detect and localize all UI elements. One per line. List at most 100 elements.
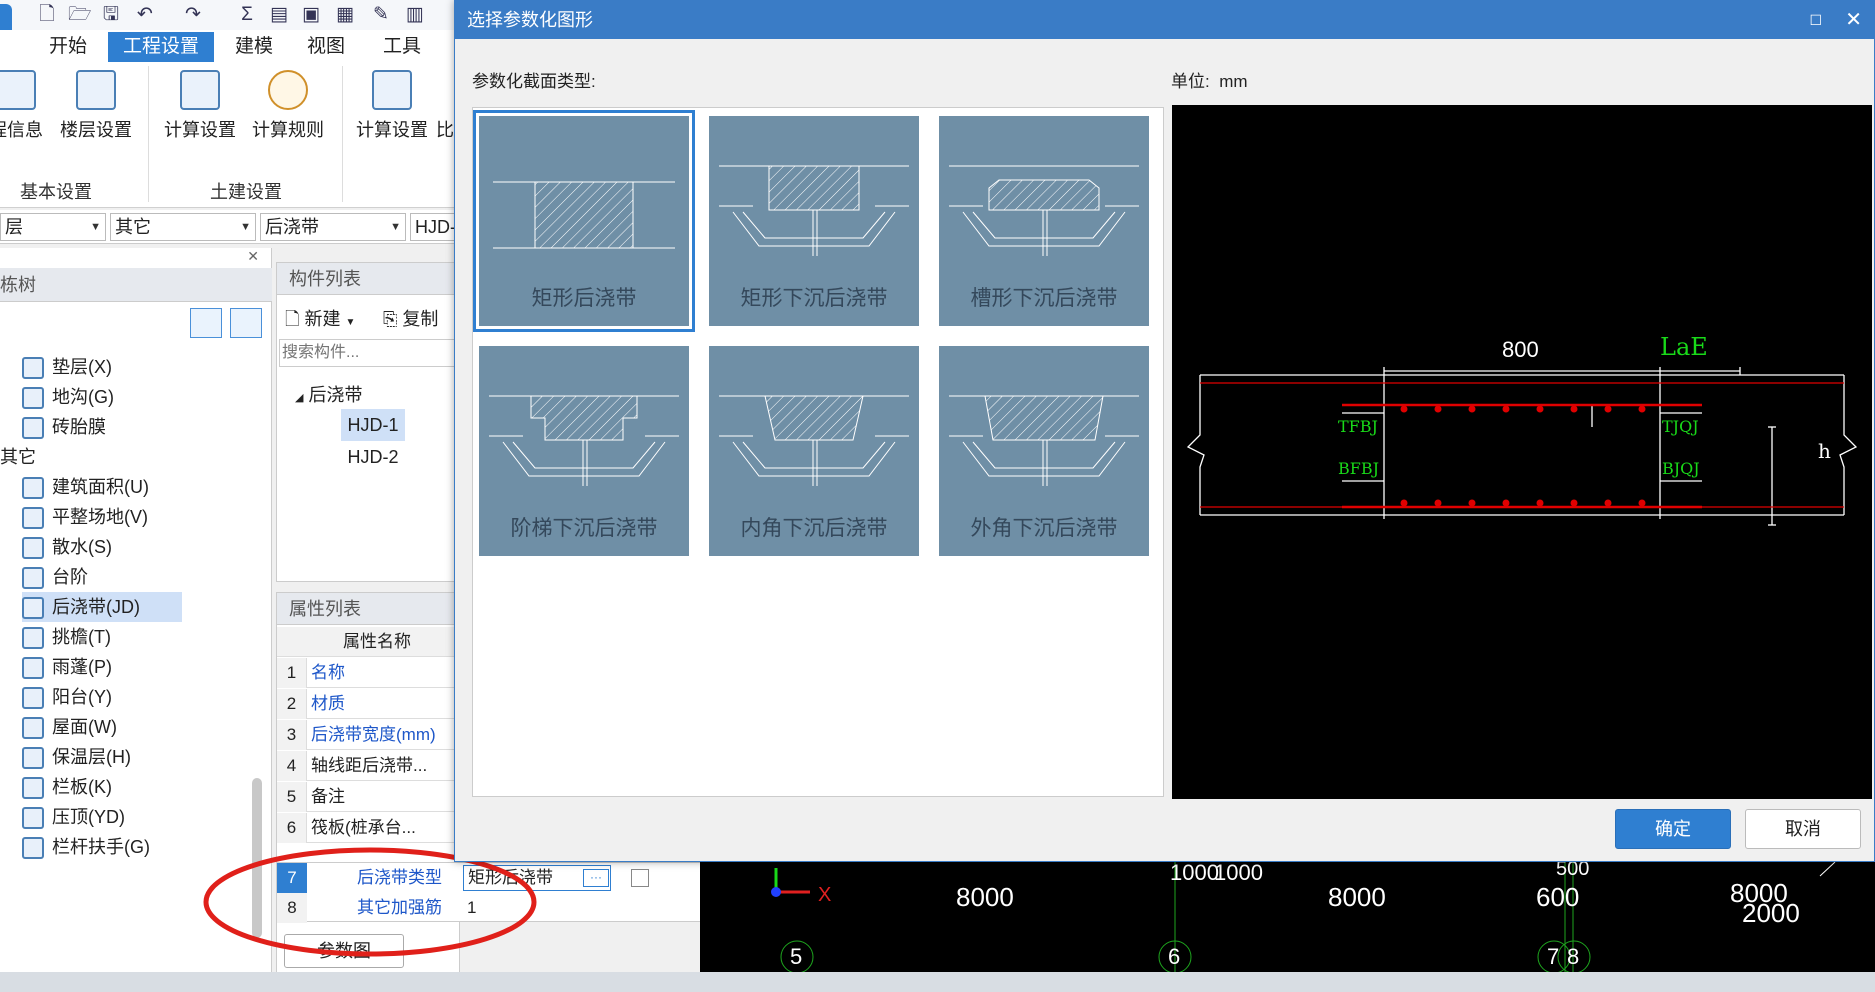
- undo-icon[interactable]: ↶: [134, 4, 156, 26]
- maximize-icon[interactable]: ☐: [1809, 1, 1822, 39]
- calc-icon[interactable]: ▦: [334, 4, 356, 26]
- tab-project-settings[interactable]: 工程设置: [108, 32, 214, 62]
- tree-item[interactable]: 雨蓬(P): [22, 652, 112, 682]
- canvas-svg: [771, 861, 1836, 974]
- shape-trough-sunken[interactable]: 槽形下沉后浇带: [939, 116, 1149, 326]
- component-search-input[interactable]: [279, 339, 457, 367]
- tab-modeling[interactable]: 建模: [224, 32, 284, 62]
- tree-item[interactable]: 栏板(K): [22, 772, 112, 802]
- detail-view-icon[interactable]: [230, 308, 262, 338]
- project-info-icon: [0, 70, 36, 110]
- shape-preview: 800 LaE TFBJ BFBJ TJQJ BJQJ h: [1172, 105, 1872, 799]
- calc-settings-button[interactable]: 计算设置: [160, 70, 240, 150]
- save-icon[interactable]: 🖫: [100, 4, 122, 26]
- tree-item-label: 保温层(H): [52, 747, 131, 767]
- property-row[interactable]: 6 筏板(桩承台...: [277, 813, 461, 843]
- type-select[interactable]: 后浇带 ▼: [260, 213, 406, 241]
- roof-icon: [22, 717, 44, 740]
- tree-item-label: 栏杆扶手(G): [52, 837, 150, 857]
- tree-item[interactable]: 阳台(Y): [22, 682, 112, 712]
- tree-item[interactable]: 后浇带(JD): [22, 592, 182, 622]
- dim-text: 1000: [1170, 860, 1219, 885]
- redo-icon[interactable]: ↷: [182, 4, 204, 26]
- shape-inner-corner-sunken[interactable]: 内角下沉后浇带: [709, 346, 919, 556]
- property-row[interactable]: 4 轴线距后浇带...: [277, 751, 461, 781]
- copy-component-button[interactable]: ⎘ 复制: [383, 305, 438, 331]
- tree-item[interactable]: 台阶: [22, 562, 88, 592]
- report-icon[interactable]: ▤: [268, 4, 290, 26]
- tree-item-label: 阳台(Y): [52, 687, 112, 707]
- grid-icon[interactable]: ▥: [404, 4, 426, 26]
- new-component-button[interactable]: 🗋 新建 ▼: [285, 305, 355, 337]
- preview-svg: [1186, 367, 1858, 526]
- component-item-hjd2[interactable]: HJD-2: [341, 441, 405, 473]
- shape-step-sunken[interactable]: 阶梯下沉后浇带: [479, 346, 689, 556]
- open-folder-icon[interactable]: 🗁: [68, 4, 92, 26]
- tree-item[interactable]: 压顶(YD): [22, 802, 125, 832]
- calc-settings-button-2[interactable]: 计算设置: [352, 70, 432, 150]
- shape-rect[interactable]: 矩形后浇带: [473, 110, 695, 332]
- property-checkbox[interactable]: [631, 869, 649, 887]
- close-icon[interactable]: ✕: [247, 248, 259, 265]
- category-select[interactable]: 其它 ▼: [110, 213, 256, 241]
- tree-item-label: 后浇带(JD): [52, 597, 140, 617]
- tree-item[interactable]: 栏杆扶手(G): [22, 832, 150, 862]
- shape-rect-sunken[interactable]: 矩形下沉后浇带: [709, 116, 919, 326]
- tree-header: 栋树: [0, 268, 272, 302]
- dim-text: 8000: [1328, 882, 1386, 912]
- shape-outer-corner-sunken[interactable]: 外角下沉后浇带: [939, 346, 1149, 556]
- tab-start[interactable]: 开始: [38, 32, 98, 62]
- calc-rules-button[interactable]: 计算规则: [248, 70, 328, 150]
- new-file-icon[interactable]: 🗋: [36, 4, 58, 26]
- floor-settings-button[interactable]: 楼层设置: [56, 70, 136, 150]
- tree-item[interactable]: 散水(S): [22, 532, 112, 562]
- tree-item[interactable]: 砖胎膜: [22, 412, 106, 442]
- shape-label: 外角下沉后浇带: [970, 517, 1118, 540]
- dim-text: 2000: [1742, 898, 1800, 928]
- property-list-title: 属性列表: [277, 593, 459, 625]
- property-row[interactable]: 2 材质: [277, 689, 461, 719]
- row-number: 6: [277, 813, 307, 843]
- tree-item[interactable]: 平整场地(V): [22, 502, 148, 532]
- eave-icon: [22, 627, 44, 650]
- component-list-title: 构件列表: [277, 263, 459, 295]
- tree-item[interactable]: 垫层(X): [22, 352, 112, 382]
- component-select[interactable]: HJD-: [410, 213, 460, 241]
- tree-item[interactable]: 保温层(H): [22, 742, 131, 772]
- query-icon[interactable]: ▣: [300, 4, 322, 26]
- axis-number: 6: [1168, 944, 1181, 969]
- tree-item[interactable]: 挑檐(T): [22, 622, 111, 652]
- ok-button[interactable]: 确定: [1615, 809, 1731, 849]
- drawing-canvas[interactable]: X 1000 1000 8000 8000 600 8000 2000 500 …: [700, 858, 1875, 974]
- cancel-button[interactable]: 取消: [1745, 809, 1861, 849]
- calc-rules-icon: [268, 70, 308, 110]
- group-separator: [148, 66, 149, 202]
- tree-item[interactable]: 屋面(W): [22, 712, 117, 742]
- group-node-post-pour[interactable]: ◢ 后浇带: [295, 381, 362, 407]
- floor-select[interactable]: 层 ▼: [0, 213, 106, 241]
- sum-icon[interactable]: Σ: [236, 4, 258, 26]
- property-row[interactable]: 3 后浇带宽度(mm): [277, 720, 461, 750]
- ellipsis-button[interactable]: ···: [583, 869, 609, 887]
- leveling-icon: [22, 507, 44, 530]
- property-name: 材质: [311, 694, 345, 713]
- project-info-button[interactable]: 程信息: [0, 70, 56, 150]
- axis-x-label: X: [818, 884, 832, 906]
- property-row[interactable]: 1 名称: [277, 658, 461, 688]
- pen-icon[interactable]: ✎: [370, 4, 392, 26]
- property-name: 筏板(桩承台...: [311, 818, 416, 837]
- dim-text: 600: [1536, 882, 1580, 912]
- axis-number: 5: [790, 944, 803, 969]
- tab-view[interactable]: 视图: [296, 32, 356, 62]
- list-view-icon[interactable]: [190, 308, 222, 338]
- tree-item[interactable]: 建筑面积(U): [22, 472, 149, 502]
- close-icon[interactable]: ✕: [1845, 1, 1862, 39]
- tab-tools[interactable]: 工具: [372, 32, 432, 62]
- cushion-icon: [22, 357, 44, 380]
- axis-number: 8: [1567, 944, 1580, 969]
- component-item-hjd1[interactable]: HJD-1: [341, 409, 405, 441]
- tree-item[interactable]: 其它: [0, 442, 36, 472]
- tree-item[interactable]: 地沟(G): [22, 382, 114, 412]
- property-row[interactable]: 5 备注: [277, 782, 461, 812]
- tree-item-label: 散水(S): [52, 537, 112, 557]
